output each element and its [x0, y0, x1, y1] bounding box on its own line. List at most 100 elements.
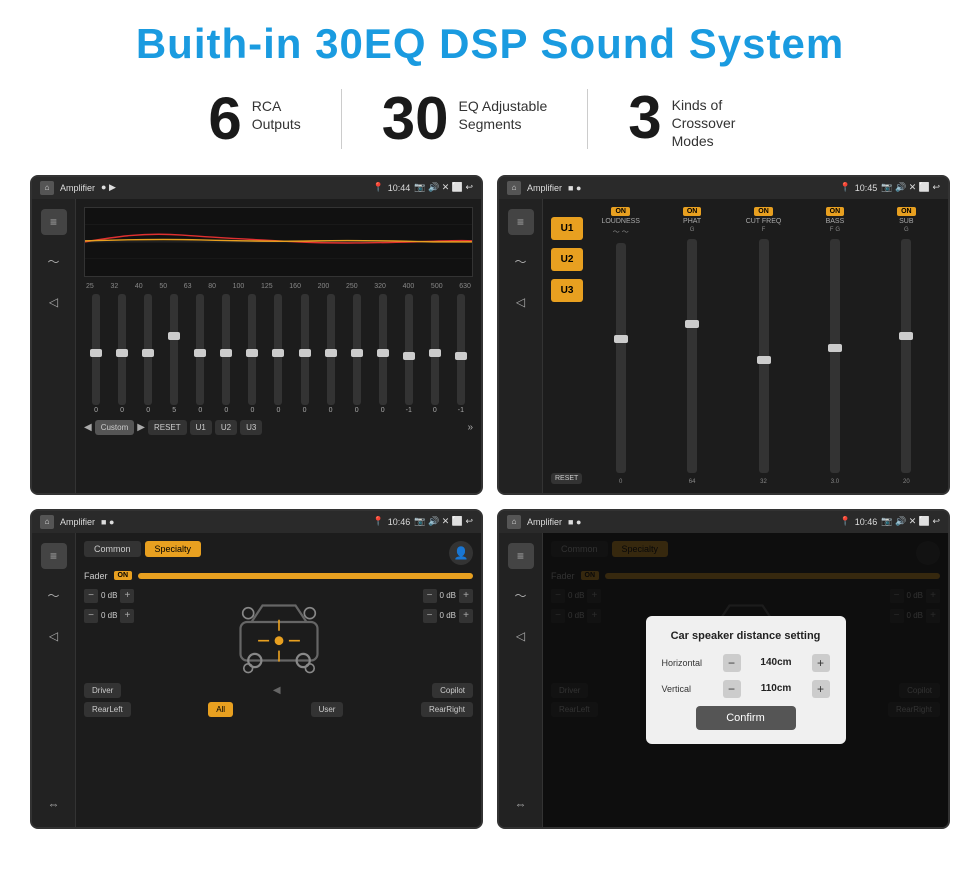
screen3-topbar: ⌂ Amplifier ■ ● 📍 10:46 📷 🔊 ✕ ⬜ ↩ — [32, 511, 481, 533]
copilot-btn[interactable]: Copilot — [432, 683, 473, 698]
db2-minus[interactable]: − — [84, 609, 98, 623]
db3-plus[interactable]: + — [459, 589, 473, 603]
db1-plus[interactable]: + — [120, 589, 134, 603]
horizontal-label: Horizontal — [662, 658, 717, 668]
vertical-value: 110cm — [747, 683, 806, 694]
screen2-time: 10:45 — [855, 183, 878, 193]
eq-u2-btn[interactable]: U2 — [215, 420, 237, 435]
screen2-sidebar: ≡ 〜 ◁ — [499, 199, 543, 493]
u2-button[interactable]: U2 — [551, 248, 583, 271]
db1-value: 0 dB — [101, 591, 117, 600]
screen3-sidebar-wave-icon[interactable]: 〜 — [41, 583, 67, 609]
cutfreq-slider[interactable] — [759, 239, 769, 473]
screen2-app-label: Amplifier — [527, 183, 562, 193]
eq-prev-arrow[interactable]: ◀ — [84, 422, 92, 433]
screen-eq-detailed: ⌂ Amplifier ■ ● 📍 10:45 📷 🔊 ✕ ⬜ ↩ ≡ 〜 ◁ — [497, 175, 950, 495]
phat-on-badge: ON — [683, 207, 702, 216]
eq-more-icon[interactable]: » — [467, 422, 473, 433]
screen4-topbar: ⌂ Amplifier ■ ● 📍 10:46 📷 🔊 ✕ ⬜ ↩ — [499, 511, 948, 533]
eq-slider-8: 0 — [274, 294, 282, 414]
screen2-reset-btn[interactable]: RESET — [551, 473, 582, 484]
tab-specialty[interactable]: Specialty — [145, 541, 202, 557]
screen4-location-icon: 📍 — [840, 516, 851, 527]
user-icon-btn[interactable]: 👤 — [449, 541, 473, 565]
vertical-minus-btn[interactable]: − — [723, 680, 741, 698]
loudness-slider[interactable] — [616, 243, 626, 473]
screen4-sidebar: ≡ 〜 ◁ ⇔ — [499, 533, 543, 827]
db4-plus[interactable]: + — [459, 609, 473, 623]
home-icon[interactable]: ⌂ — [40, 181, 54, 195]
speaker-diagram — [142, 589, 414, 677]
eq-custom-btn[interactable]: Custom — [95, 420, 135, 435]
eq-slider-2: 0 — [118, 294, 126, 414]
db2-plus[interactable]: + — [120, 609, 134, 623]
tab-common[interactable]: Common — [84, 541, 141, 557]
screen3-home-icon[interactable]: ⌂ — [40, 515, 54, 529]
rearright-btn[interactable]: RearRight — [421, 702, 473, 717]
phat-slider[interactable] — [687, 239, 697, 473]
screen4-sidebar-adjust-icon[interactable]: ⇔ — [508, 791, 534, 817]
db4-minus[interactable]: − — [423, 609, 437, 623]
bass-label: BASS — [826, 218, 845, 225]
screen1-app-label: Amplifier — [60, 183, 95, 193]
fader-slider[interactable] — [138, 573, 473, 579]
sidebar-eq-icon[interactable]: ≡ — [41, 209, 67, 235]
rearleft-btn[interactable]: RearLeft — [84, 702, 131, 717]
screen3-sidebar: ≡ 〜 ◁ ⇔ — [32, 533, 76, 827]
sidebar-speaker-icon[interactable]: ◁ — [41, 289, 67, 315]
bass-slider[interactable] — [830, 239, 840, 473]
eq-reset-btn[interactable]: RESET — [148, 420, 187, 435]
phat-label: PHAT — [683, 218, 701, 225]
loudness-on-badge: ON — [611, 207, 630, 216]
screen1-location-icon: 📍 — [373, 182, 384, 193]
db3-minus[interactable]: − — [423, 589, 437, 603]
stat-rca-number: 6 — [208, 89, 241, 149]
sub-on-badge: ON — [897, 207, 916, 216]
user-btn[interactable]: User — [311, 702, 344, 717]
horizontal-minus-btn[interactable]: − — [723, 654, 741, 672]
fader-label: Fader — [84, 571, 108, 581]
eq-u1-btn[interactable]: U1 — [190, 420, 212, 435]
stat-crossover-text: Kinds ofCrossover Modes — [672, 88, 772, 151]
screen2-location-icon: 📍 — [840, 182, 851, 193]
horizontal-plus-btn[interactable]: + — [812, 654, 830, 672]
stat-eq-text: EQ AdjustableSegments — [459, 89, 548, 133]
eq-slider-11: 0 — [353, 294, 361, 414]
screen3-sidebar-adjust-icon[interactable]: ⇔ — [41, 791, 67, 817]
screen3-sidebar-eq-icon[interactable]: ≡ — [41, 543, 67, 569]
eq-bottom-bar: ◀ Custom ▶ RESET U1 U2 U3 » — [84, 420, 473, 435]
eq-slider-6: 0 — [222, 294, 230, 414]
screen2-home-icon[interactable]: ⌂ — [507, 181, 521, 195]
screen2-sidebar-eq-icon[interactable]: ≡ — [508, 209, 534, 235]
stat-rca: 6 RCAOutputs — [168, 89, 340, 149]
sub-slider[interactable] — [901, 239, 911, 473]
screen3-sidebar-speaker-icon[interactable]: ◁ — [41, 623, 67, 649]
vertical-plus-btn[interactable]: + — [812, 680, 830, 698]
driver-btn[interactable]: Driver — [84, 683, 121, 698]
screen1-main: 2532405063 80100125160200 25032040050063… — [76, 199, 481, 493]
eq-graph — [84, 207, 473, 277]
screenshots-grid: ⌂ Amplifier ● ▶ 📍 10:44 📷 🔊 ✕ ⬜ ↩ ≡ 〜 ◁ — [30, 175, 950, 829]
sidebar-wave-icon[interactable]: 〜 — [41, 249, 67, 275]
screen2-sidebar-wave-icon[interactable]: 〜 — [508, 249, 534, 275]
bottom-buttons: Driver ◀ Copilot — [84, 683, 473, 698]
screen4-sidebar-wave-icon[interactable]: 〜 — [508, 583, 534, 609]
all-btn[interactable]: All — [208, 702, 233, 717]
screen4-home-icon[interactable]: ⌂ — [507, 515, 521, 529]
db3-value: 0 dB — [440, 591, 456, 600]
eq-slider-5: 0 — [196, 294, 204, 414]
eq-u3-btn[interactable]: U3 — [240, 420, 262, 435]
db1-minus[interactable]: − — [84, 589, 98, 603]
u3-button[interactable]: U3 — [551, 279, 583, 302]
screen-speaker-common: ⌂ Amplifier ■ ● 📍 10:46 📷 🔊 ✕ ⬜ ↩ ≡ 〜 ◁ … — [30, 509, 483, 829]
bass-control: ON BASS FG 3.0 — [801, 207, 868, 485]
screen4-sidebar-eq-icon[interactable]: ≡ — [508, 543, 534, 569]
screen4-sidebar-speaker-icon[interactable]: ◁ — [508, 623, 534, 649]
confirm-button[interactable]: Confirm — [696, 706, 796, 730]
u1-button[interactable]: U1 — [551, 217, 583, 240]
modal-title: Car speaker distance setting — [662, 630, 830, 642]
screen2-sidebar-speaker-icon[interactable]: ◁ — [508, 289, 534, 315]
sub-control: ON SUB G 20 — [873, 207, 940, 485]
fader-on-badge: ON — [114, 571, 133, 580]
eq-next-arrow[interactable]: ▶ — [137, 422, 145, 433]
